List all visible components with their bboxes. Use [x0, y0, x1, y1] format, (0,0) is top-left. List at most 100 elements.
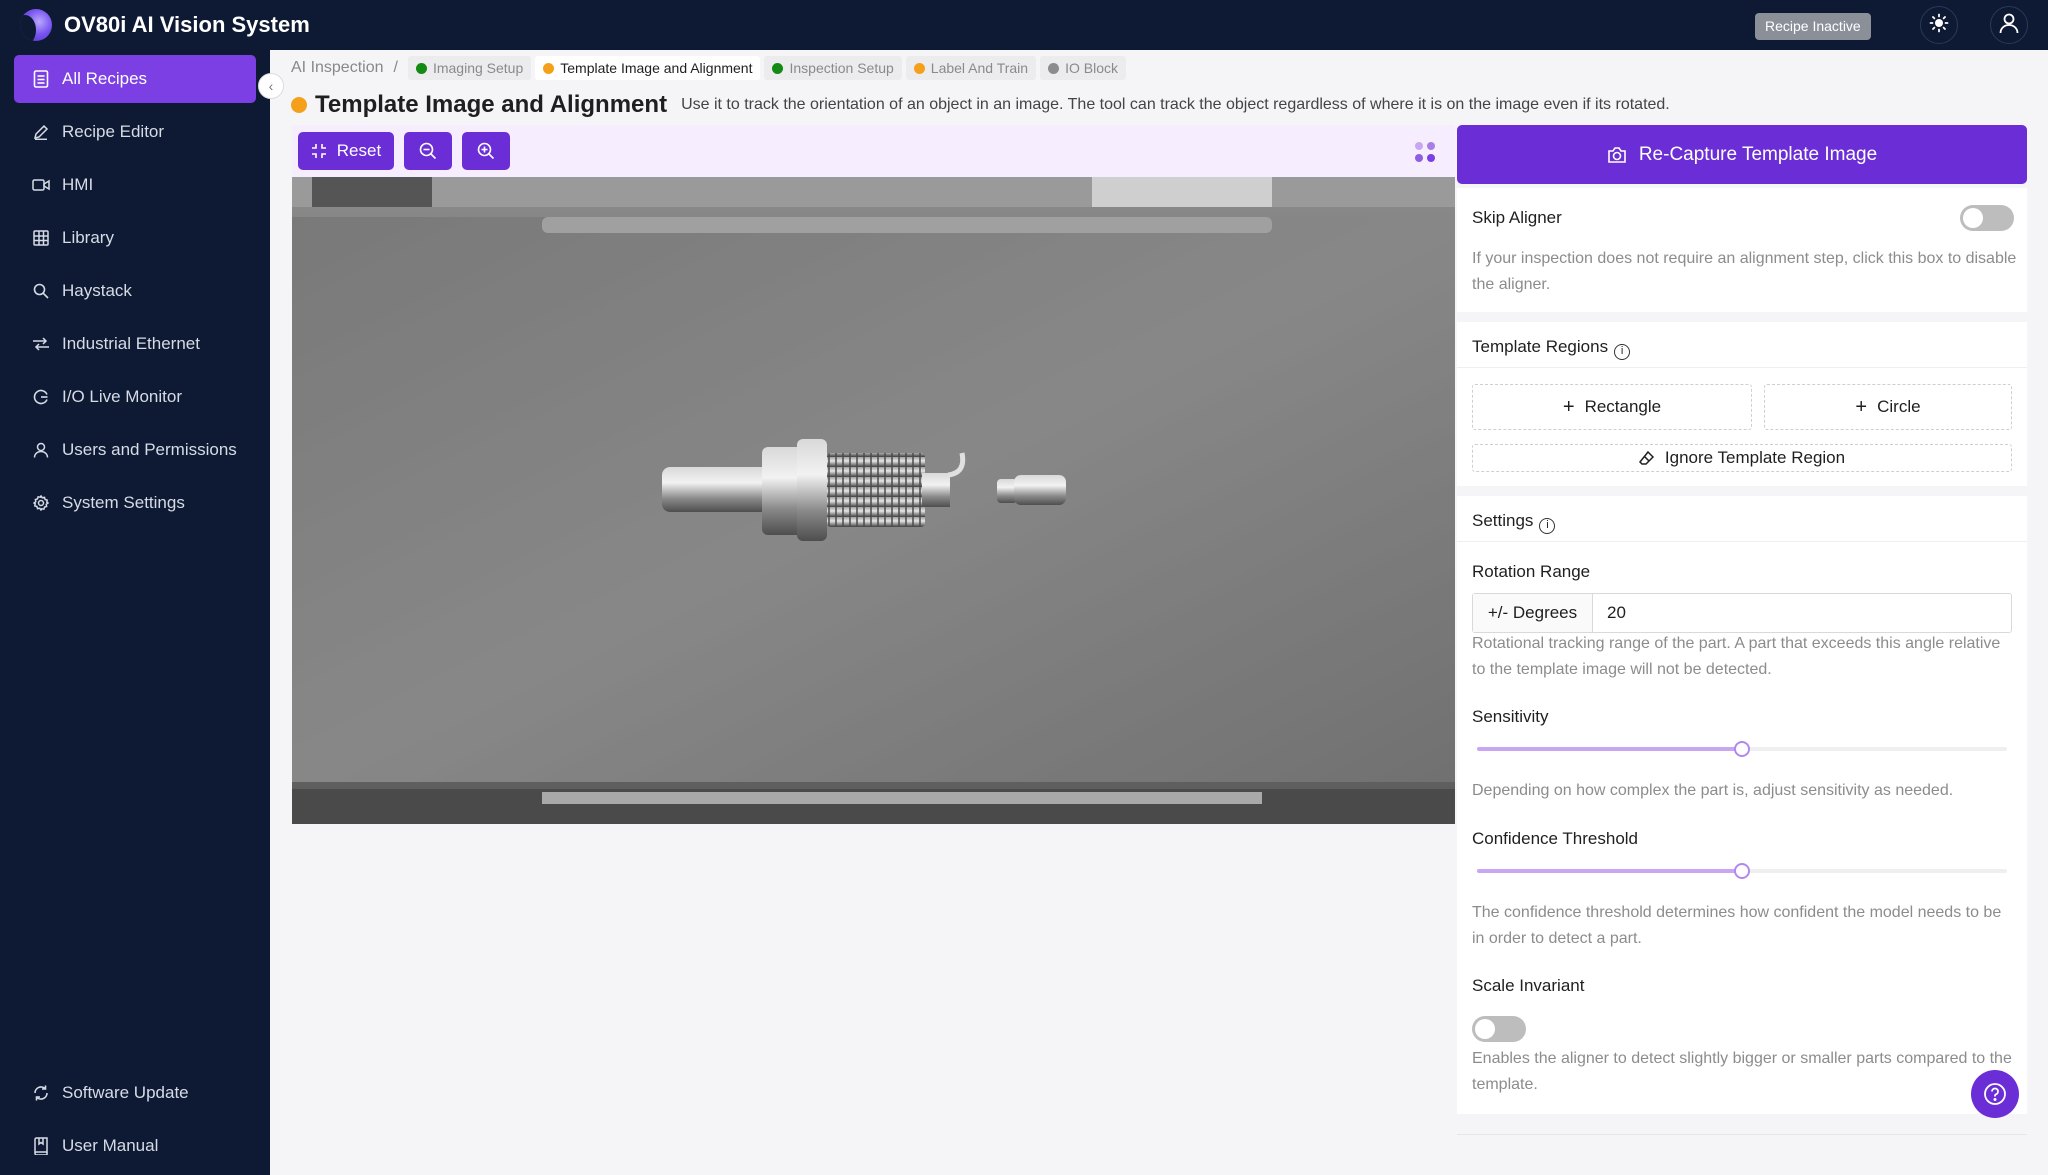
sidebar-item-users-and-permissions[interactable]: Users and Permissions: [14, 426, 256, 474]
user-account-button[interactable]: [1990, 6, 2028, 44]
tab-template-image-and-alignment[interactable]: Template Image and Alignment: [535, 56, 761, 80]
sidebar-item-system-settings[interactable]: System Settings: [14, 479, 256, 527]
loading-dots-icon: [1412, 139, 1438, 170]
sensitivity-label: Sensitivity: [1472, 707, 1549, 726]
skip-aligner-help: If your inspection does not require an a…: [1472, 250, 2017, 293]
sidebar-item-label: HMI: [62, 175, 94, 194]
sensitivity-slider-fill: [1477, 747, 1742, 751]
sensitivity-slider-thumb[interactable]: [1734, 741, 1750, 757]
app-title: OV80i AI Vision System: [64, 12, 310, 37]
sidebar-item-industrial-ethernet[interactable]: Industrial Ethernet: [14, 320, 256, 368]
sidebar-item-label: Recipe Editor: [62, 122, 165, 141]
user-avatar-icon: [1998, 12, 2020, 39]
sidebar-item-software-update[interactable]: Software Update: [14, 1069, 256, 1117]
add-rectangle-button[interactable]: + Rectangle: [1472, 384, 1752, 430]
grid-icon: [32, 229, 50, 247]
question-icon: [1983, 1082, 2007, 1106]
template-image-canvas[interactable]: [292, 177, 1455, 824]
ignore-template-region-button[interactable]: Ignore Template Region: [1472, 444, 2012, 472]
tab-label: IO Block: [1065, 60, 1118, 76]
sensitivity-slider[interactable]: [1477, 741, 2007, 757]
add-circle-button[interactable]: + Circle: [1764, 384, 2012, 430]
rectangle-label: Rectangle: [1584, 397, 1662, 416]
breadcrumb-separator: /: [393, 59, 398, 76]
rotation-range-label: Rotation Range: [1472, 562, 1591, 581]
ignore-label: Ignore Template Region: [1664, 448, 1846, 467]
camera-icon: [32, 176, 50, 194]
sidebar: All Recipes Recipe Editor HMI Library Ha…: [0, 50, 270, 1175]
sidebar-item-user-manual[interactable]: User Manual: [14, 1122, 256, 1170]
help-button[interactable]: [1971, 1070, 2019, 1118]
sidebar-item-label: User Manual: [62, 1136, 159, 1155]
sidebar-item-label: Software Update: [62, 1083, 189, 1102]
divider: [1457, 541, 2027, 542]
top-bar: OV80i AI Vision System Recipe Inactive: [0, 0, 2048, 50]
sidebar-item-all-recipes[interactable]: All Recipes: [14, 55, 256, 103]
confidence-threshold-help: The confidence threshold determines how …: [1472, 904, 2002, 947]
confidence-slider-thumb[interactable]: [1734, 863, 1750, 879]
recipe-list-icon: [32, 70, 50, 88]
status-dot: [415, 62, 427, 74]
scale-invariant-toggle[interactable]: [1472, 1016, 1526, 1042]
breadcrumb-root[interactable]: AI Inspection: [291, 59, 384, 77]
tab-label: Inspection Setup: [789, 60, 894, 76]
tab-inspection-setup[interactable]: Inspection Setup: [764, 56, 902, 80]
confidence-slider-fill: [1477, 869, 1742, 873]
template-regions-card: Template Regions i + Rectangle + Circle I…: [1457, 322, 2027, 486]
skip-aligner-toggle[interactable]: [1960, 205, 2014, 231]
zoom-in-button[interactable]: [462, 132, 510, 170]
zoom-out-button[interactable]: [404, 132, 452, 170]
tab-imaging-setup[interactable]: Imaging Setup: [407, 56, 532, 80]
reset-button[interactable]: Reset: [298, 132, 394, 170]
sidebar-item-haystack[interactable]: Haystack: [14, 267, 256, 315]
image-toolbar: Reset: [292, 125, 1455, 177]
shrink-icon: [311, 143, 327, 159]
tab-label-and-train[interactable]: Label And Train: [905, 56, 1037, 80]
settings-title: Settings i: [1472, 511, 1556, 534]
settings-title-text: Settings: [1472, 511, 1534, 530]
sidebar-item-label: Users and Permissions: [62, 440, 237, 459]
recapture-template-button[interactable]: Re-Capture Template Image: [1457, 125, 2027, 184]
gear-icon: [32, 494, 50, 512]
sidebar-item-recipe-editor[interactable]: Recipe Editor: [14, 108, 256, 156]
template-regions-title: Template Regions i: [1472, 337, 1631, 360]
settings-card: Settings i Rotation Range +/- Degrees 20 …: [1457, 496, 2027, 1114]
chevron-left-icon: ‹: [268, 78, 274, 94]
sidebar-item-label: System Settings: [62, 493, 185, 512]
sidebar-item-label: All Recipes: [62, 69, 148, 88]
recapture-label: Re-Capture Template Image: [1638, 143, 1878, 165]
page-title: Template Image and Alignment: [315, 91, 668, 118]
info-icon[interactable]: i: [1539, 518, 1556, 534]
breadcrumb: AI Inspection / Imaging Setup Template I…: [291, 56, 1130, 80]
rotation-range-input[interactable]: 20: [1593, 594, 2011, 632]
info-icon[interactable]: i: [1614, 344, 1631, 360]
skip-aligner-label: Skip Aligner: [1472, 208, 1562, 227]
refresh-icon: [32, 1084, 50, 1102]
page-header: Template Image and Alignment Use it to t…: [291, 90, 1670, 120]
plus-icon: +: [1562, 395, 1575, 418]
page-description: Use it to track the orientation of an ob…: [681, 96, 1670, 113]
sidebar-item-label: Industrial Ethernet: [62, 334, 200, 353]
sidebar-collapse-button[interactable]: ‹: [258, 73, 284, 99]
sidebar-item-io-live-monitor[interactable]: I/O Live Monitor: [14, 373, 256, 421]
eraser-icon: [1638, 450, 1655, 466]
recipe-status-badge: Recipe Inactive: [1755, 13, 1871, 40]
confidence-threshold-slider[interactable]: [1477, 863, 2007, 879]
monitor-icon: [32, 388, 50, 406]
sidebar-item-hmi[interactable]: HMI: [14, 161, 256, 209]
sidebar-item-label: Library: [62, 228, 114, 247]
divider: [1457, 367, 2027, 368]
sidebar-item-library[interactable]: Library: [14, 214, 256, 262]
status-dot: [772, 62, 784, 74]
zoom-out-icon: [419, 142, 437, 160]
theme-toggle-button[interactable]: [1920, 6, 1958, 44]
skip-aligner-card: Skip Aligner If your inspection does not…: [1457, 188, 2027, 312]
scale-invariant-help: Enables the aligner to detect slightly b…: [1472, 1050, 2012, 1093]
status-dot: [543, 62, 555, 74]
sensitivity-help: Depending on how complex the part is, ad…: [1472, 782, 1954, 799]
sun-icon: [1929, 13, 1949, 38]
divider: [1457, 1134, 2027, 1135]
tab-io-block[interactable]: IO Block: [1040, 56, 1126, 80]
rotation-range-help: Rotational tracking range of the part. A…: [1472, 635, 2001, 678]
plus-icon: +: [1855, 395, 1868, 418]
